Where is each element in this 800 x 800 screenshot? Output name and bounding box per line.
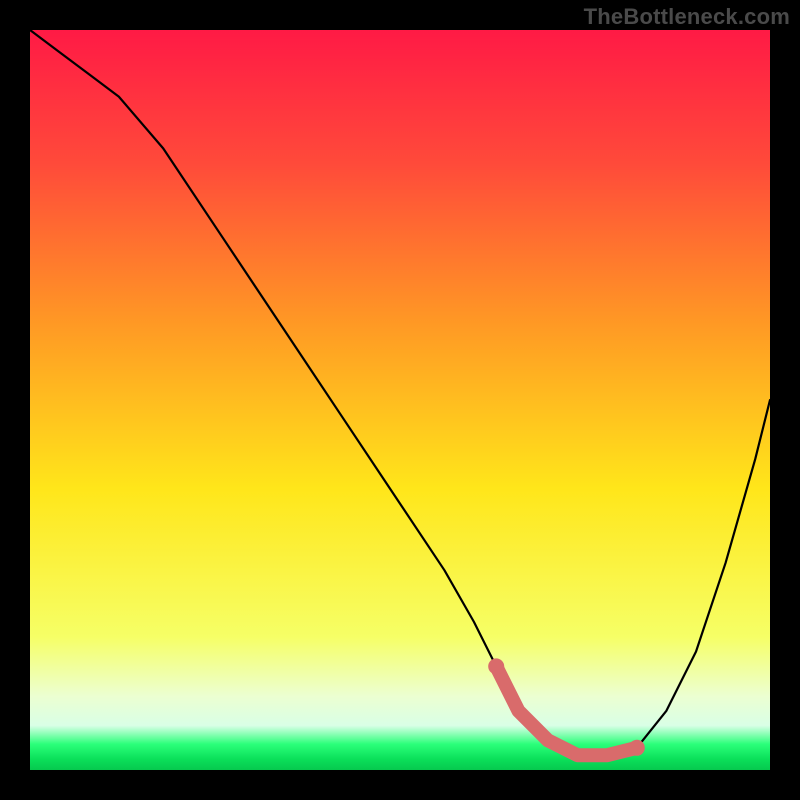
highlight-endpoint (629, 740, 645, 756)
chart-frame: TheBottleneck.com (0, 0, 800, 800)
chart-svg (30, 30, 770, 770)
plot-area (30, 30, 770, 770)
watermark-text: TheBottleneck.com (584, 4, 790, 30)
highlight-endpoint (488, 658, 504, 674)
gradient-background (30, 30, 770, 770)
